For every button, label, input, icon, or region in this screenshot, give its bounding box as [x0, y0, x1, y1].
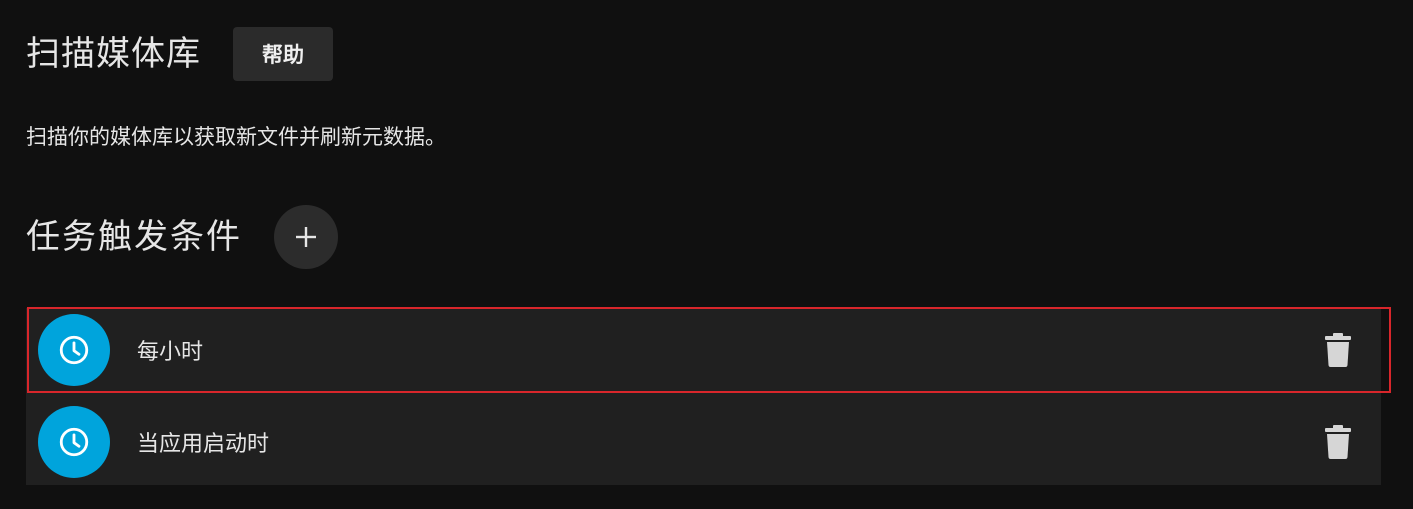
clock-icon — [38, 314, 110, 386]
trigger-list: 每小时 当应用启动时 — [26, 307, 1391, 485]
trash-icon — [1325, 425, 1351, 459]
trigger-label: 每小时 — [137, 340, 204, 365]
trigger-label: 当应用启动时 — [137, 432, 270, 457]
delete-trigger-button[interactable] — [1321, 330, 1355, 370]
clock-icon — [38, 406, 110, 478]
task-description: 扫描你的媒体库以获取新文件并刷新元数据。 — [26, 125, 446, 149]
page-header: 扫描媒体库 帮助 — [26, 27, 333, 81]
page-title: 扫描媒体库 — [26, 34, 201, 74]
delete-trigger-button[interactable] — [1321, 422, 1355, 462]
scheduled-task-page: 扫描媒体库 帮助 扫描你的媒体库以获取新文件并刷新元数据。 任务触发条件 每小时 — [0, 0, 1413, 509]
trash-icon — [1325, 333, 1351, 367]
section-title: 任务触发条件 — [26, 217, 242, 257]
help-button[interactable]: 帮助 — [233, 27, 333, 81]
triggers-section-header: 任务触发条件 — [26, 205, 338, 269]
add-trigger-button[interactable] — [274, 205, 338, 269]
plus-icon — [296, 227, 316, 247]
trigger-item-app-start[interactable]: 当应用启动时 — [26, 400, 1381, 484]
trigger-item-hourly[interactable]: 每小时 — [27, 307, 1391, 393]
